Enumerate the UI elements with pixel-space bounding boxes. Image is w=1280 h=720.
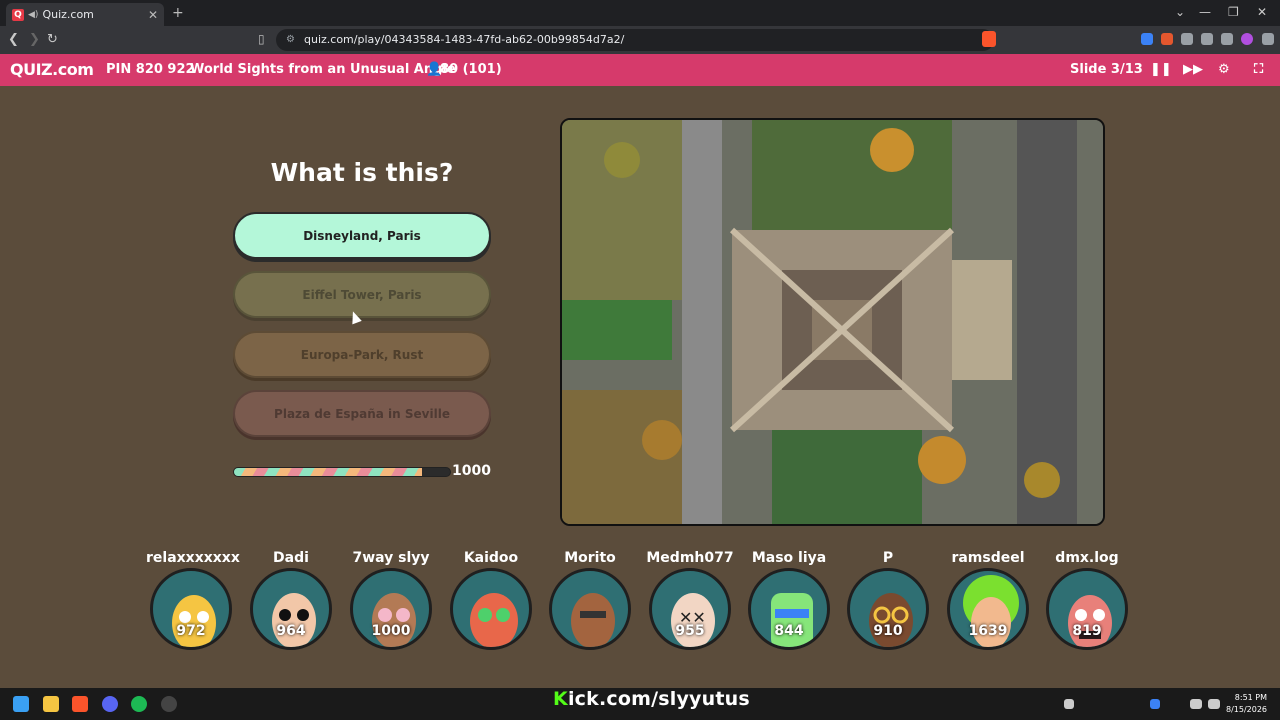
sidebar-icon[interactable] [1221,33,1233,45]
player-avatar [450,568,532,650]
player-score: 819 [1072,623,1102,639]
menu-icon[interactable] [1262,33,1274,45]
player-score: 1000 [371,623,411,639]
settings-gear-icon[interactable]: ⚙ [1218,62,1230,77]
timer-points: 1000 [452,463,491,479]
answer-option-1[interactable]: Disneyland, Paris [233,212,491,259]
player-avatar [549,568,631,650]
question-text: What is this? [270,158,454,187]
skip-icon[interactable]: ▶▶ [1183,62,1203,77]
tab-search-icon[interactable]: ⌄ [1175,5,1185,19]
player-name: Kaidoo [463,550,519,566]
player-card: Morito [545,550,635,650]
tab-title: Quiz.com [42,8,94,21]
quiz-logo[interactable]: QUIZ.com [10,60,94,79]
brave-browser-icon[interactable] [72,696,88,712]
url-text: quiz.com/play/04343584-1483-47fd-ab62-00… [304,33,625,46]
leo-icon[interactable] [1241,33,1253,45]
extensions-puzzle-icon[interactable] [1181,33,1193,45]
file-explorer-icon[interactable] [43,696,59,712]
pause-icon[interactable]: ❚❚ [1150,62,1172,77]
timer-bar-fill [234,468,422,476]
extension-icon[interactable] [1161,33,1173,45]
player-card: dmx.log 819 [1042,550,1132,650]
media-icon[interactable] [1201,33,1213,45]
fullscreen-icon[interactable]: ⛶ [1254,62,1263,77]
player-card: Dadi 964 [246,550,336,650]
close-window-icon[interactable]: ✕ [1257,5,1267,19]
tab-close-icon[interactable]: ✕ [148,8,158,22]
site-info-icon[interactable]: ⚙ [286,29,295,51]
player-name: relaxxxxxxx [146,550,240,566]
slide-counter: Slide 3/13 [1070,62,1143,77]
player-name: P [882,550,894,566]
avatar-face-icon [470,593,518,647]
player-score: 955 [675,623,705,639]
player-count: 80 (101) [440,62,502,77]
timer-bar [233,467,451,477]
clock-time: 8:51 PM [1234,693,1268,702]
reload-icon[interactable]: ↻ [47,32,58,47]
tray-chevron-icon[interactable] [1064,699,1074,709]
brave-shields-icon[interactable] [982,31,996,47]
start-icon[interactable] [13,696,29,712]
player-card: relaxxxxxxx 972 [146,550,240,650]
answer-option-2[interactable]: Eiffel Tower, Paris [233,271,491,318]
player-card: ✕✕ Medmh077 955 [645,550,735,650]
player-score: 972 [176,623,206,639]
restore-icon[interactable]: ❐ [1228,5,1239,19]
game-pin: PIN 820 922 [106,62,195,77]
bookmark-icon[interactable]: ▯ [258,32,265,46]
player-name: dmx.log [1055,550,1119,566]
player-score: 844 [774,623,804,639]
back-icon[interactable]: ❮ [8,32,19,47]
player-name: Dadi [273,550,309,566]
eiffel-tower-aerial-image [562,120,1103,524]
answer-option-4[interactable]: Plaza de España in Seville [233,390,491,437]
player-name: ramsdeel [951,550,1025,566]
stream-overlay-text: Kick.com/slyyutus [553,688,750,710]
player-score: 964 [276,623,306,639]
browser-chrome: Q ◀) Quiz.com ✕ + ⌄ — ❐ ✕ ❮ ❯ ↻ ▯ ⚙ quiz… [0,0,1280,54]
player-card: 7way slyy 1000 [346,550,436,650]
browser-tab[interactable]: Q ◀) Quiz.com ✕ [6,3,164,26]
answer-option-3[interactable]: Europa-Park, Rust [233,331,491,378]
player-score: 910 [873,623,903,639]
clock-date: 8/15/2026 [1226,705,1268,714]
audio-playing-icon[interactable]: ◀) [28,10,38,20]
system-clock[interactable]: 8:51 PM 8/15/2026 [1226,692,1267,716]
quiz-favicon-icon: Q [12,8,24,21]
network-icon[interactable] [1190,699,1202,709]
player-name: Maso liya [751,550,827,566]
avatar-face-icon [571,593,615,647]
player-score: 1639 [968,623,1008,639]
player-card: Maso liya 844 [744,550,834,650]
address-bar-row: ❮ ❯ ↻ ▯ ⚙ quiz.com/play/04343584-1483-47… [0,26,1280,54]
app-icon[interactable] [161,696,177,712]
player-card: Kaidoo [446,550,536,650]
player-card: P 910 [843,550,933,650]
bluetooth-icon[interactable] [1150,699,1160,709]
tab-bar: Q ◀) Quiz.com ✕ + ⌄ — ❐ ✕ [0,0,1280,26]
new-tab-button[interactable]: + [172,5,184,21]
question-image [560,118,1105,526]
extension-icon[interactable] [1141,33,1153,45]
player-name: Morito [564,550,616,566]
url-input[interactable]: ⚙ quiz.com/play/04343584-1483-47fd-ab62-… [276,29,994,51]
minimize-icon[interactable]: — [1199,5,1211,19]
player-name: Medmh077 [646,550,734,566]
quiz-title: World Sights from an Unusual Angle [190,62,456,77]
quiz-header: QUIZ.com PIN 820 922 World Sights from a… [0,54,1280,86]
player-name: 7way slyy [352,550,430,566]
spotify-icon[interactable] [131,696,147,712]
volume-icon[interactable] [1208,699,1220,709]
discord-icon[interactable] [102,696,118,712]
player-card: ramsdeel 1639 [943,550,1033,650]
forward-icon[interactable]: ❯ [29,32,40,47]
